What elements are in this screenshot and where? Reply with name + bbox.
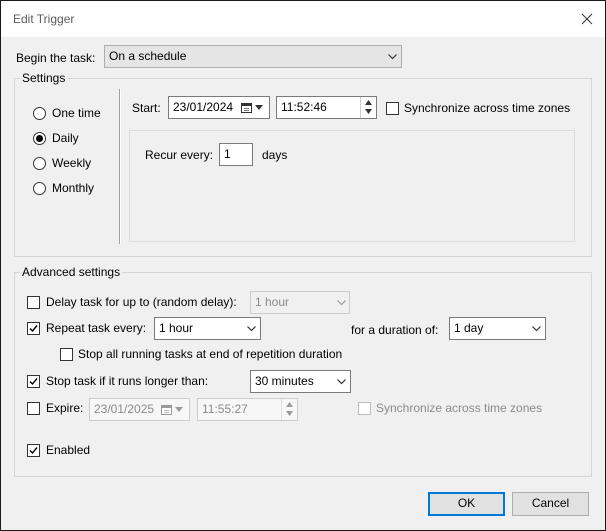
chevron-down-icon bbox=[247, 326, 256, 332]
stop-longer-label: Stop task if it runs longer than: bbox=[46, 374, 209, 388]
dialog-title: Edit Trigger bbox=[13, 12, 75, 26]
repeat-label: Repeat task every: bbox=[46, 321, 147, 335]
enabled-checkbox[interactable] bbox=[27, 444, 40, 457]
stop-longer-value: 30 minutes bbox=[255, 374, 314, 388]
expire-date-value: 23/01/2025 bbox=[94, 402, 155, 416]
spin-down-icon[interactable] bbox=[286, 411, 293, 416]
begin-task-label: Begin the task: bbox=[16, 51, 96, 65]
spin-up-icon[interactable] bbox=[365, 100, 372, 105]
ok-button[interactable]: OK bbox=[428, 492, 505, 516]
radio-monthly-label: Monthly bbox=[52, 181, 95, 195]
radio-weekly[interactable] bbox=[33, 157, 46, 170]
stop-longer-checkbox[interactable] bbox=[27, 375, 40, 388]
stop-running-label: Stop all running tasks at end of repetit… bbox=[78, 347, 343, 361]
start-date-value: 23/01/2024 bbox=[173, 100, 234, 114]
close-icon[interactable] bbox=[577, 9, 597, 29]
cancel-button[interactable]: Cancel bbox=[512, 492, 589, 516]
expire-time-value: 11:55:27 bbox=[202, 402, 248, 416]
radio-weekly-label: Weekly bbox=[52, 156, 92, 170]
spin-up-icon[interactable] bbox=[286, 402, 293, 407]
chevron-down-icon bbox=[255, 105, 263, 110]
duration-select[interactable]: 1 day bbox=[449, 317, 546, 340]
recur-label: Recur every: bbox=[145, 148, 214, 162]
title-bar: Edit Trigger bbox=[1, 1, 605, 37]
expire-label: Expire: bbox=[46, 401, 84, 415]
checkmark-icon bbox=[29, 325, 38, 333]
settings-divider bbox=[119, 89, 121, 244]
radio-one-time-label: One time bbox=[52, 106, 101, 120]
calendar-icon[interactable] bbox=[161, 404, 173, 416]
settings-legend: Settings bbox=[20, 71, 68, 85]
expire-time-field[interactable]: 11:55:27 bbox=[197, 398, 298, 421]
chevron-down-icon bbox=[532, 326, 541, 332]
start-time-value: 11:52:46 bbox=[281, 100, 327, 114]
repeat-interval-value: 1 hour bbox=[159, 321, 194, 335]
repeat-interval-select[interactable]: 1 hour bbox=[154, 317, 261, 340]
start-date-picker[interactable]: 23/01/2024 bbox=[168, 96, 270, 119]
time-spinner[interactable] bbox=[360, 97, 376, 118]
sync-timezones-checkbox[interactable] bbox=[386, 102, 399, 115]
begin-task-value: On a schedule bbox=[109, 49, 187, 63]
chevron-down-icon bbox=[337, 300, 346, 306]
recur-days-input[interactable]: 1 bbox=[219, 143, 253, 166]
enabled-label: Enabled bbox=[46, 443, 91, 457]
radio-monthly[interactable] bbox=[33, 182, 46, 195]
repeat-checkbox[interactable] bbox=[27, 322, 40, 335]
checkmark-icon bbox=[29, 378, 38, 386]
radio-daily[interactable] bbox=[33, 132, 46, 145]
spin-down-icon[interactable] bbox=[365, 109, 372, 114]
recur-panel bbox=[129, 130, 575, 242]
delay-label: Delay task for up to (random delay): bbox=[46, 295, 237, 309]
recur-unit-label: days bbox=[262, 148, 288, 162]
recur-days-value: 1 bbox=[224, 147, 231, 161]
radio-selected-dot bbox=[36, 135, 43, 142]
expire-checkbox[interactable] bbox=[27, 402, 40, 415]
chevron-down-icon bbox=[388, 54, 397, 60]
expire-sync-checkbox[interactable] bbox=[358, 402, 371, 415]
start-time-field[interactable]: 11:52:46 bbox=[276, 96, 377, 119]
radio-daily-label: Daily bbox=[52, 131, 79, 145]
start-label: Start: bbox=[132, 101, 161, 115]
edit-trigger-dialog: Edit Trigger Begin the task: On a schedu… bbox=[0, 0, 606, 531]
delay-value: 1 hour bbox=[255, 295, 290, 309]
duration-label: for a duration of: bbox=[351, 323, 439, 337]
checkmark-icon bbox=[29, 447, 38, 455]
duration-value: 1 day bbox=[454, 321, 484, 335]
delay-select[interactable]: 1 hour bbox=[250, 291, 350, 314]
delay-checkbox[interactable] bbox=[27, 296, 40, 309]
expire-sync-label: Synchronize across time zones bbox=[376, 401, 543, 415]
time-spinner[interactable] bbox=[281, 399, 297, 420]
stop-longer-select[interactable]: 30 minutes bbox=[250, 370, 351, 393]
radio-one-time[interactable] bbox=[33, 107, 46, 120]
expire-date-picker[interactable]: 23/01/2025 bbox=[89, 398, 190, 421]
begin-task-select[interactable]: On a schedule bbox=[104, 45, 402, 68]
chevron-down-icon bbox=[337, 379, 346, 385]
advanced-settings-legend: Advanced settings bbox=[20, 265, 123, 279]
stop-running-checkbox[interactable] bbox=[60, 348, 73, 361]
calendar-icon[interactable] bbox=[241, 102, 253, 114]
sync-timezones-label: Synchronize across time zones bbox=[404, 101, 571, 115]
chevron-down-icon bbox=[175, 407, 183, 412]
